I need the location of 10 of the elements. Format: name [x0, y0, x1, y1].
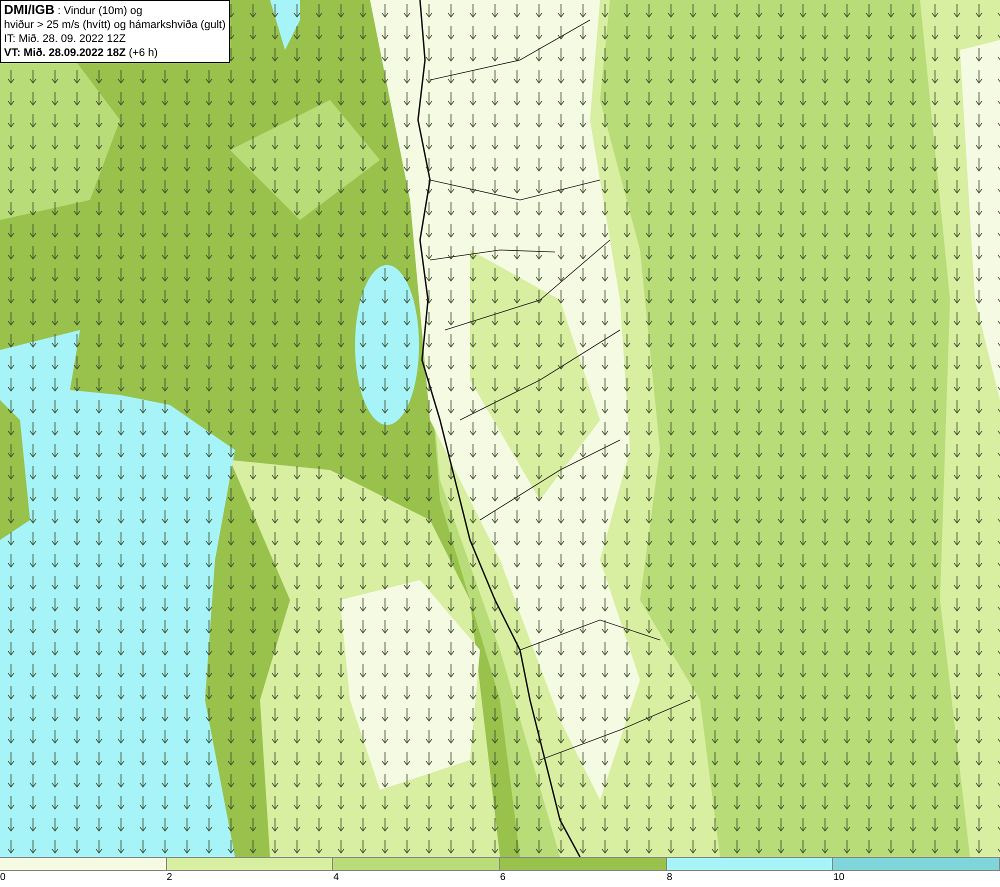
- legend-tick: 2: [166, 872, 172, 883]
- legend-tick: 8: [666, 872, 672, 883]
- info-text: hviður > 25 m/s (hvítt) og hámarkshviða (gult): [4, 18, 226, 32]
- info-text: VT: Mið. 28.09.2022 18Z (+6 h): [4, 46, 159, 60]
- legend-tick: 10: [833, 872, 844, 883]
- legend-tick: 0: [0, 872, 6, 883]
- legend-tick: 6: [500, 872, 506, 883]
- info-text: IT: Mið. 28. 09. 2022 12Z: [4, 32, 127, 46]
- info-text: DMI/IGB : Vindur (10m) og: [4, 3, 144, 18]
- legend-tick: 4: [333, 872, 339, 883]
